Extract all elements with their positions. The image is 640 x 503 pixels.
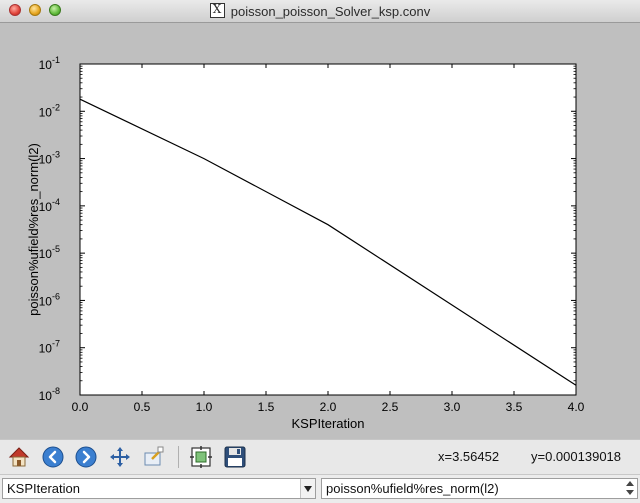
cursor-y-readout: y=0.000139018	[531, 449, 622, 464]
plot-area	[80, 64, 576, 395]
back-icon	[42, 446, 64, 468]
x-tick-label: 4.0	[568, 400, 585, 414]
x-field-value: KSPIteration	[7, 481, 80, 496]
window-title-group: poisson_poisson_Solver_ksp.conv	[0, 2, 640, 19]
x-axis-label: KSPIteration	[292, 416, 365, 431]
x-tick-label: 2.0	[320, 400, 337, 414]
x11-app-icon	[209, 2, 225, 18]
window-title: poisson_poisson_Solver_ksp.conv	[230, 4, 431, 19]
y-tick-label: 10-7	[39, 339, 60, 356]
y-field-select[interactable]: poisson%ufield%res_norm(l2)	[321, 478, 638, 499]
axis-selector-bar: KSPIteration poisson%ufield%res_norm(l2)	[0, 474, 640, 503]
x-tick-label: 0.0	[72, 400, 89, 414]
zoom-icon	[144, 446, 164, 466]
y-tick-label: 10-8	[39, 386, 60, 403]
y-tick-label: 10-6	[39, 291, 60, 308]
toolbar-separator	[178, 446, 179, 468]
navigation-toolbar: x=3.56452 y=0.000139018	[0, 439, 640, 474]
plot-figure[interactable]: 0.0 0.5 1.0 1.5 2.0 2.5 3.0 3.5 4.0 10-8 10-7 10-6 1…	[0, 23, 640, 439]
x-tick-label: 1.5	[258, 400, 275, 414]
y-field-value: poisson%ufield%res_norm(l2)	[326, 481, 499, 496]
x-tick-label: 0.5	[134, 400, 151, 414]
y-axis-label: poisson%ufield%res_norm(l2)	[26, 143, 41, 316]
x-tick-label: 3.5	[506, 400, 523, 414]
home-icon	[8, 447, 30, 467]
y-tick-label: 10-4	[39, 197, 60, 214]
x-tick-label: 1.0	[196, 400, 213, 414]
cursor-x-readout: x=3.56452	[438, 449, 500, 464]
save-button[interactable]	[222, 444, 248, 470]
back-button[interactable]	[40, 444, 66, 470]
forward-icon	[75, 446, 97, 468]
title-bar: poisson_poisson_Solver_ksp.conv	[0, 0, 640, 23]
zoom-button[interactable]	[141, 444, 167, 470]
y-tick-label: 10-5	[39, 244, 60, 261]
y-tick-label: 10-2	[39, 102, 60, 119]
y-tick-label: 10-1	[39, 55, 60, 72]
x-field-select[interactable]: KSPIteration	[2, 478, 316, 499]
configure-subplots-button[interactable]	[188, 444, 214, 470]
pan-button[interactable]	[107, 444, 133, 470]
home-button[interactable]	[6, 444, 32, 470]
configure-subplots-icon	[190, 446, 212, 468]
line-chart[interactable]: 0.0 0.5 1.0 1.5 2.0 2.5 3.0 3.5 4.0 10-8 10-7 10-6 1…	[0, 23, 640, 439]
y-tick-label: 10-3	[39, 150, 60, 167]
x-tick-label: 2.5	[382, 400, 399, 414]
x-tick-label: 3.0	[444, 400, 461, 414]
save-icon	[224, 446, 246, 468]
forward-button[interactable]	[73, 444, 99, 470]
stepper-arrows-icon[interactable]	[626, 481, 634, 496]
pan-icon	[110, 447, 130, 467]
dropdown-arrow-icon[interactable]	[300, 479, 315, 498]
